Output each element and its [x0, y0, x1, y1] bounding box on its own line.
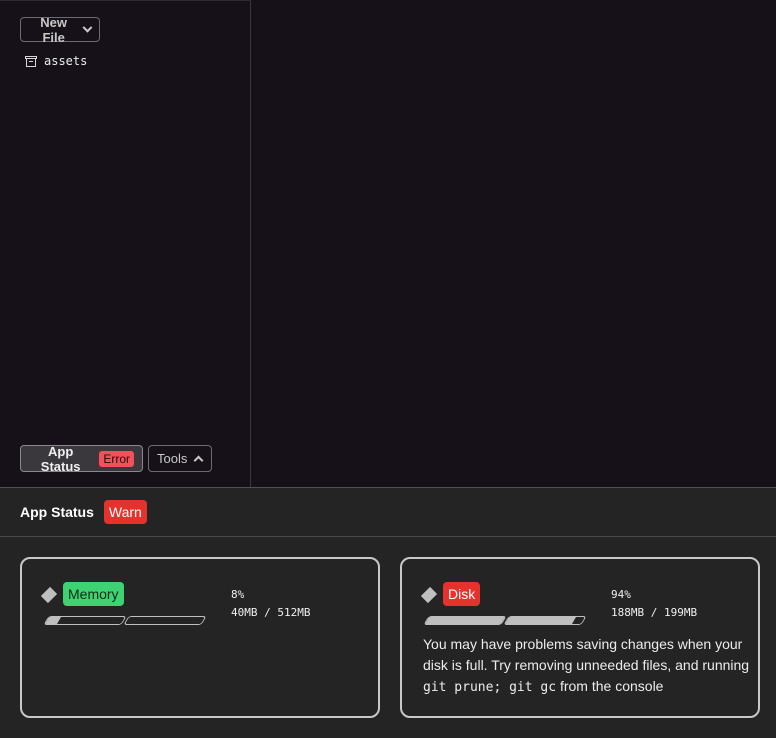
git-gc-command: git gc — [509, 680, 557, 695]
tools-label: Tools — [157, 451, 188, 466]
new-file-label: New File — [40, 14, 68, 45]
app-status-panel: App Status Warn Memory 8% 40MB / 512MB D… — [0, 487, 776, 738]
memory-progress-bar-2 — [123, 616, 207, 625]
tree-item-label: assets — [44, 54, 88, 68]
chevron-down-icon — [82, 22, 93, 33]
new-file-button[interactable]: New File — [20, 14, 100, 45]
warn-badge: Warn — [103, 500, 147, 524]
memory-usage: 40MB / 512MB — [231, 606, 311, 619]
diamond-icon — [420, 586, 438, 604]
disk-progress-bar-2 — [503, 616, 587, 625]
git-prune-command: git prune — [423, 680, 494, 695]
disk-progress-bar-1 — [423, 616, 507, 625]
panel-title: App Status — [20, 504, 94, 520]
disk-badge: Disk — [443, 582, 481, 606]
tools-button[interactable]: Tools — [148, 445, 212, 472]
memory-card: Memory 8% 40MB / 512MB — [20, 557, 380, 718]
file-sidebar: New File assets App Status Error Tools — [0, 0, 251, 487]
disk-warning-message: You may have problems saving changes whe… — [423, 636, 750, 695]
error-badge: Error — [99, 450, 134, 467]
tree-item-assets[interactable]: assets — [25, 54, 87, 68]
app-status-label: App Status — [40, 443, 81, 474]
app-status-button[interactable]: App Status Error — [20, 443, 143, 474]
panel-header: App Status Warn — [0, 488, 776, 537]
disk-percent: 94% — [611, 588, 631, 601]
memory-badge: Memory — [63, 582, 124, 606]
editor-area[interactable] — [251, 0, 776, 487]
chevron-up-icon — [193, 455, 204, 466]
memory-progress-bar-1 — [43, 616, 127, 625]
disk-usage: 188MB / 199MB — [611, 606, 698, 619]
memory-percent: 8% — [231, 588, 245, 601]
archive-folder-icon — [25, 55, 37, 67]
diamond-icon — [40, 586, 58, 604]
disk-card: Disk 94% 188MB / 199MB You may have prob… — [400, 557, 760, 718]
